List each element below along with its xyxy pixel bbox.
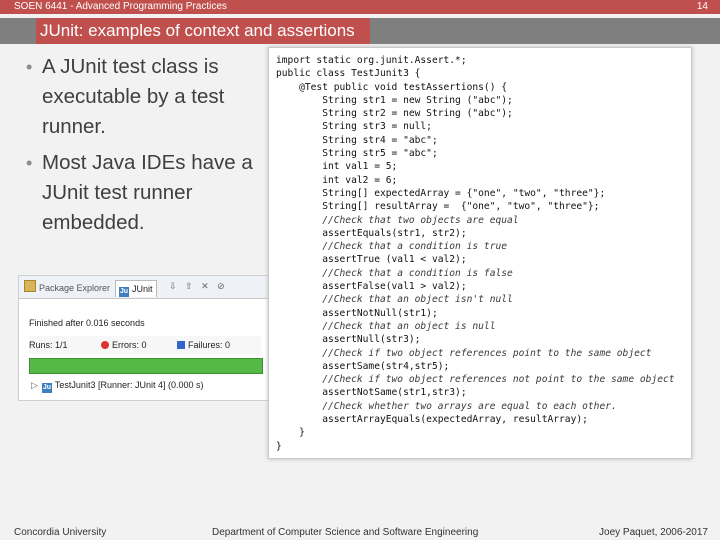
code-line: assertFalse(val1 > val2); (276, 281, 467, 293)
test-tree-item[interactable]: ▷ Ju TestJunit3 [Runner: JUnit 4] (0.000 s… (31, 380, 204, 393)
code-line: assertNotSame(str1,str3); (276, 387, 467, 399)
tab-label: Package Explorer (39, 283, 111, 293)
errors-stat: Errors: 0 (101, 336, 147, 354)
bullet-item: • Most Java IDEs have a JUnit test runner… (26, 148, 266, 238)
code-line: //Check if two object references point t… (276, 347, 652, 359)
bullet-text: Most Java IDEs have a JUnit test runner … (42, 151, 253, 234)
test-tree-label: TestJunit3 [Runner: JUnit 4] (0.000 s) (54, 380, 204, 390)
bullet-icon: • (26, 153, 33, 173)
code-line: //Check that an object is null (276, 320, 496, 332)
page-number: 14 (696, 1, 708, 12)
code-line: assertSame(str4,str5); (276, 360, 450, 372)
tab-label: JUnit (132, 284, 153, 294)
junit-runner-screenshot: Package Explorer Ju JUnit ⇩ ⇧ ✕ ⊘ Finishe… (18, 275, 272, 401)
code-line: //Check if two object references not poi… (276, 374, 675, 386)
code-line: //Check that an object isn't null (276, 294, 513, 306)
expand-arrow-icon[interactable]: ▷ (31, 380, 38, 390)
error-icon (101, 341, 109, 349)
code-line: //Check that two objects are equal (276, 214, 519, 226)
code-line: //Check that a condition is false (276, 267, 513, 279)
code-line: String[] resultArray = {"one", "two", "t… (276, 201, 600, 213)
code-line: String str1 = new String ("abc"); (276, 94, 513, 106)
code-line: String str5 = "abc"; (276, 148, 438, 160)
footer-university: Concordia University (14, 527, 107, 538)
failure-icon (177, 341, 185, 349)
code-line: String str4 = "abc"; (276, 134, 438, 146)
ide-tab-bar: Package Explorer Ju JUnit ⇩ ⇧ ✕ ⊘ (19, 276, 271, 299)
bullet-item: • A JUnit test class is executable by a t… (26, 52, 266, 142)
code-line: assertArrayEquals(expectedArray, resultA… (276, 414, 588, 426)
package-icon (24, 280, 36, 292)
test-suite-icon: Ju (41, 383, 52, 393)
junit-icon: Ju (119, 287, 129, 297)
course-name: SOEN 6441 - Advanced Programming Practic… (14, 1, 227, 12)
footer-author: Joey Paquet, 2006-2017 (599, 527, 708, 538)
bullet-list: • A JUnit test class is executable by a t… (26, 52, 266, 244)
bullet-icon: • (26, 57, 33, 77)
code-listing: import static org.junit.Assert.*; public… (276, 54, 675, 453)
code-line: int val1 = 5; (276, 161, 398, 173)
code-line: import static org.junit.Assert.*; (276, 55, 467, 66)
test-progress-bar (29, 358, 263, 374)
code-line: assertEquals(str1, str2); (276, 227, 467, 239)
code-line: String str2 = new String ("abc"); (276, 108, 513, 120)
code-line: public class TestJunit3 { (276, 68, 421, 80)
footer-department: Department of Computer Science and Softw… (212, 527, 479, 538)
bullet-text: A JUnit test class is executable by a te… (42, 55, 225, 138)
view-toolbar-icons[interactable]: ⇩ ⇧ ✕ ⊘ (169, 281, 228, 292)
failures-stat: Failures: 0 (177, 336, 230, 354)
run-duration: Finished after 0.016 seconds (29, 318, 145, 328)
code-line: //Check that a condition is true (276, 241, 508, 253)
slide-title: JUnit: examples of context and assertion… (36, 18, 370, 44)
code-line: @Test public void testAssertions() { (276, 81, 508, 93)
run-stats: Runs: 1/1 Errors: 0 Failures: 0 (29, 336, 261, 354)
code-sample: import static org.junit.Assert.*; public… (268, 47, 692, 459)
code-line: String str3 = null; (276, 121, 432, 133)
code-line: String[] expectedArray = {"one", "two", … (276, 187, 606, 199)
tab-junit[interactable]: Ju JUnit (115, 280, 157, 297)
code-line: int val2 = 6; (276, 174, 398, 186)
slide-header-bar: SOEN 6441 - Advanced Programming Practic… (0, 0, 720, 14)
code-line: assertNotNull(str1); (276, 307, 438, 319)
code-line: } (276, 427, 305, 439)
code-line: } (276, 440, 282, 452)
tab-package-explorer[interactable]: Package Explorer (21, 280, 113, 296)
runs-stat: Runs: 1/1 (29, 340, 68, 350)
code-line: assertNull(str3); (276, 334, 421, 346)
code-line: //Check whether two arrays are equal to … (276, 400, 617, 412)
code-line: assertTrue (val1 < val2); (276, 254, 467, 266)
